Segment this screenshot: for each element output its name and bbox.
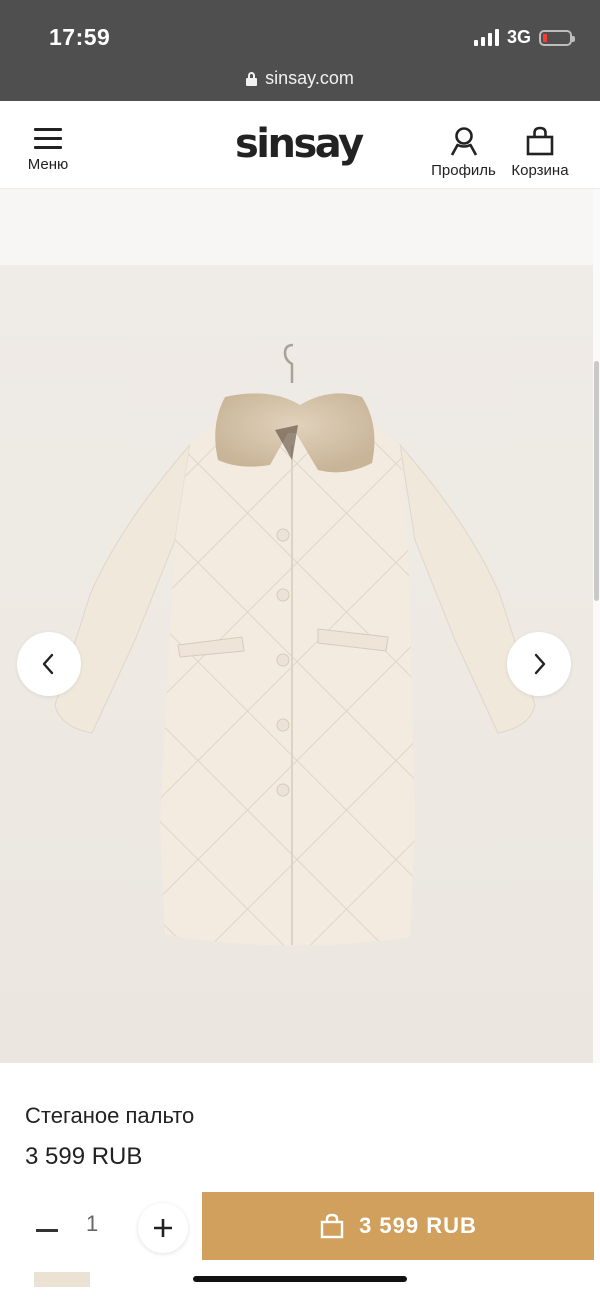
lock-icon: [246, 71, 258, 86]
user-icon: [450, 127, 477, 156]
scrollbar-thumb[interactable]: [594, 361, 599, 601]
product-name: Стеганое пальто: [25, 1103, 195, 1128]
cart-label: Корзина: [511, 162, 569, 179]
page-scrollbar[interactable]: [593, 189, 600, 1063]
status-bar: 17:59 3G sinsay.com: [0, 0, 600, 101]
add-to-cart-price: 3 599 RUB: [359, 1213, 477, 1238]
chevron-left-icon: [42, 653, 54, 675]
status-indicators: 3G: [473, 27, 575, 48]
url-text: sinsay.com: [265, 67, 354, 88]
quantity-decrease-button[interactable]: [36, 1220, 60, 1240]
plus-icon: [154, 1219, 172, 1237]
network-label: 3G: [506, 27, 531, 47]
sinsay-logo[interactable]: sinsay: [235, 124, 364, 164]
quantity-stepper: 1: [24, 1203, 188, 1257]
shopping-bag-icon: [526, 126, 554, 156]
product-info: Стеганое пальто 3 599 RUB 1 3 599 RUB: [0, 1063, 600, 1297]
product-image[interactable]: [0, 265, 593, 1063]
menu-button[interactable]: Меню: [24, 128, 72, 178]
shopping-bag-icon: [320, 1213, 344, 1239]
signal-icon: [473, 29, 499, 46]
chevron-right-icon: [534, 653, 546, 675]
status-time: 17:59: [49, 24, 111, 50]
home-indicator[interactable]: [193, 1276, 407, 1282]
coat-illustration: [54, 343, 536, 946]
product-price: 3 599 RUB: [25, 1143, 143, 1170]
menu-label: Меню: [27, 156, 69, 173]
cart-button[interactable]: Корзина: [504, 126, 576, 182]
battery-icon: [539, 29, 575, 46]
gallery-prev-button[interactable]: [17, 632, 81, 696]
add-to-cart-button[interactable]: 3 599 RUB: [202, 1192, 594, 1260]
hamburger-icon: [34, 128, 62, 150]
gallery-next-button[interactable]: [507, 632, 571, 696]
gallery-top-area: [0, 189, 593, 265]
profile-label: Профиль: [431, 162, 496, 179]
profile-button[interactable]: Профиль: [426, 126, 501, 182]
site-header: Меню sinsay Профиль Корзина: [0, 101, 600, 189]
quantity-value: 1: [86, 1211, 99, 1236]
home-strip: [0, 1287, 600, 1297]
quantity-increase-button[interactable]: [138, 1203, 188, 1253]
url-bar[interactable]: sinsay.com: [0, 64, 600, 92]
